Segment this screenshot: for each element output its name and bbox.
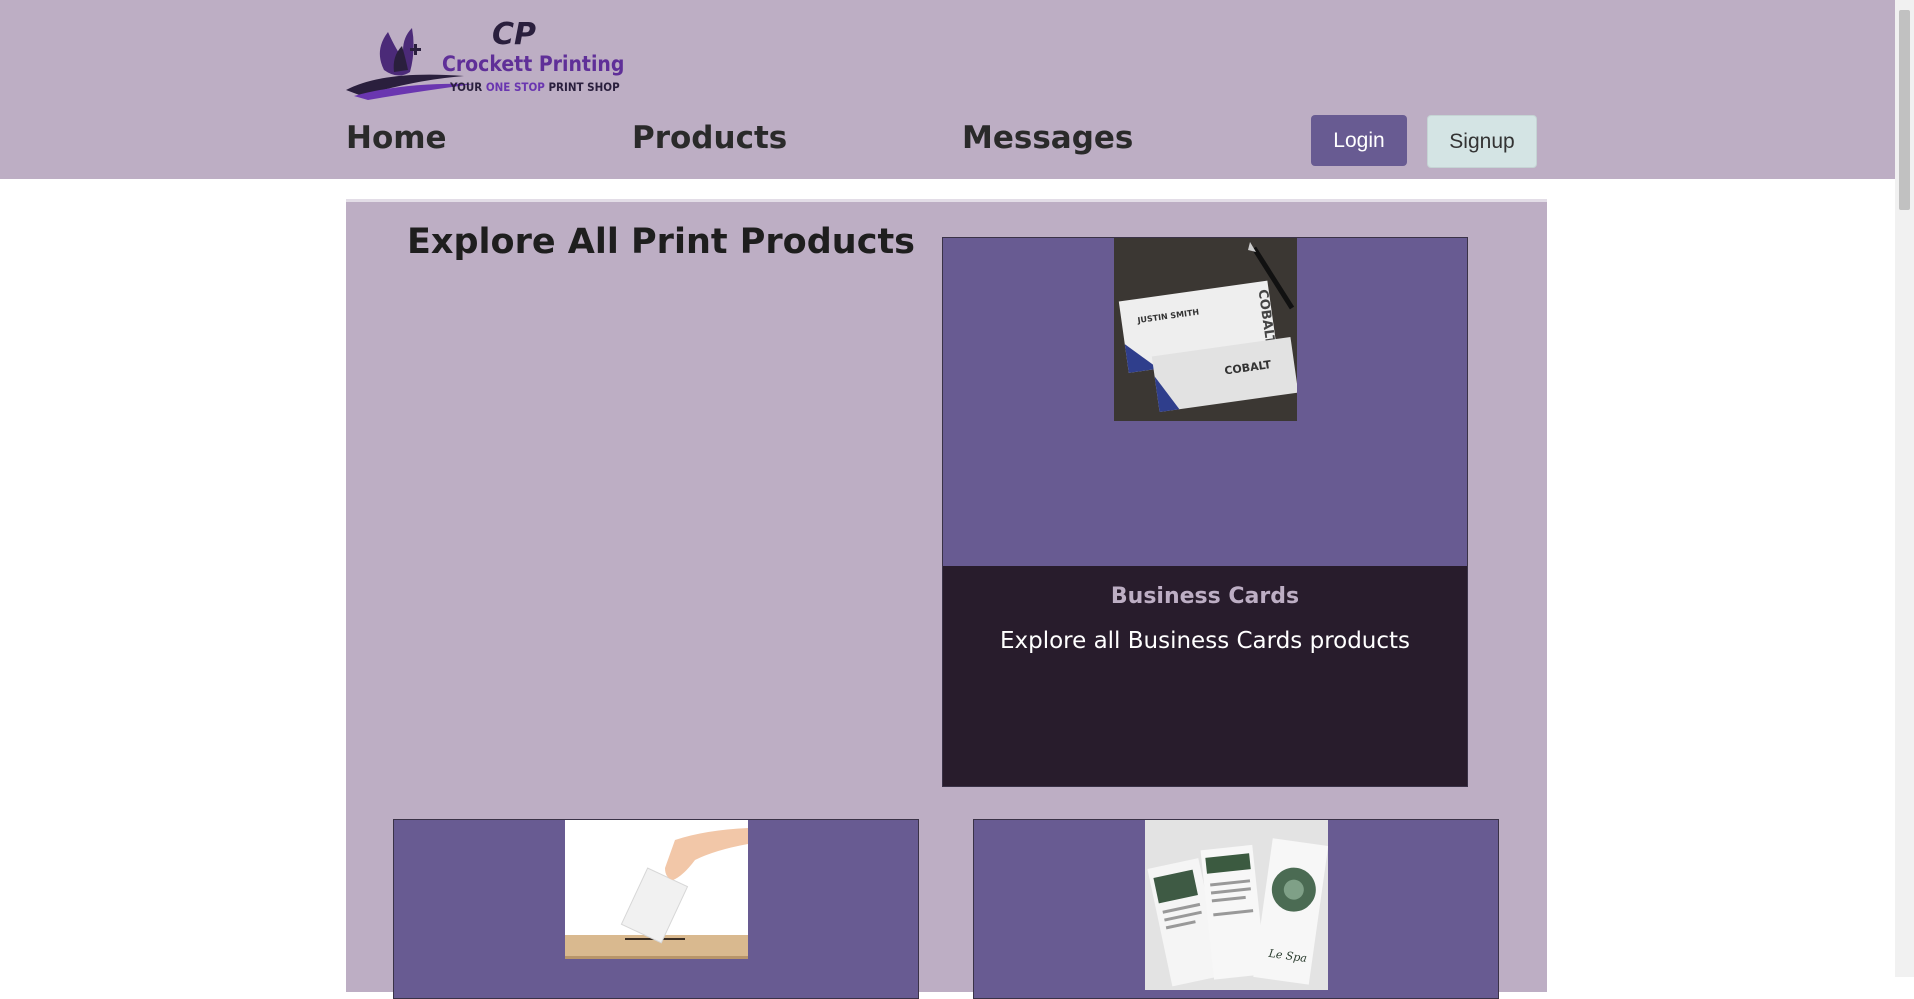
logo-name: Crockett Printing bbox=[442, 52, 625, 76]
product-card-business-cards[interactable]: JUSTIN SMITH COBALT COBALT Business Card… bbox=[942, 237, 1468, 787]
page-title: Explore All Print Products bbox=[407, 222, 916, 262]
ballot-box-photo bbox=[565, 820, 748, 959]
site-header: CP Crockett Printing YOUR ONE STOP PRINT… bbox=[0, 0, 1895, 179]
logo-tagline: YOUR ONE STOP PRINT SHOP bbox=[450, 80, 620, 94]
vertical-scrollbar[interactable] bbox=[1895, 0, 1914, 977]
login-button[interactable]: Login bbox=[1311, 115, 1407, 166]
signup-button[interactable]: Signup bbox=[1427, 115, 1537, 168]
business-cards-photo: JUSTIN SMITH COBALT COBALT bbox=[1114, 238, 1297, 421]
product-card-ballots[interactable] bbox=[393, 819, 919, 999]
card-title: Business Cards bbox=[1110, 584, 1300, 609]
nav-messages[interactable]: Messages bbox=[962, 120, 1133, 156]
scrollbar-thumb[interactable] bbox=[1899, 10, 1910, 210]
logo-monogram: CP bbox=[492, 17, 536, 52]
product-card-brochures[interactable]: Le Spa bbox=[973, 819, 1499, 999]
card-description: Explore all Business Cards products bbox=[999, 628, 1411, 654]
site-logo[interactable]: CP Crockett Printing YOUR ONE STOP PRINT… bbox=[344, 10, 624, 104]
card-body: Business Cards Explore all Business Card… bbox=[943, 566, 1467, 786]
nav-home[interactable]: Home bbox=[346, 120, 447, 156]
brochures-photo: Le Spa bbox=[1145, 820, 1328, 990]
nav-products[interactable]: Products bbox=[632, 120, 787, 156]
